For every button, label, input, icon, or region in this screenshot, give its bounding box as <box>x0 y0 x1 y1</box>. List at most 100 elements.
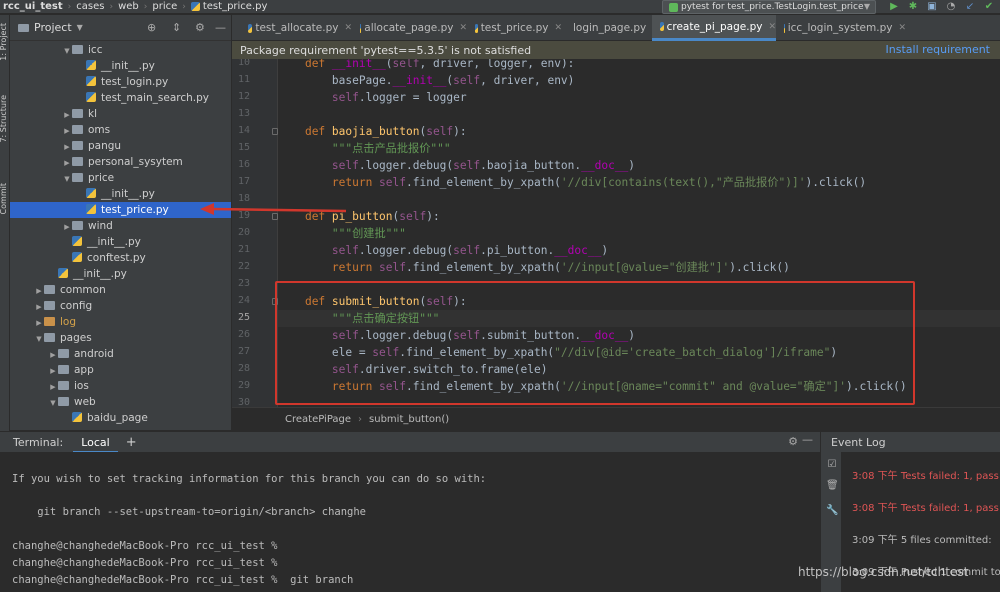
editor-tab[interactable]: create_pi_page.py ✕ <box>652 15 776 41</box>
editor-tab[interactable]: icc_login_system.py ✕ <box>776 15 906 41</box>
tree-item[interactable]: conftest.py <box>10 250 231 266</box>
run-icon[interactable]: ▶ <box>888 1 900 13</box>
tree-item[interactable]: __init__.py <box>10 266 231 282</box>
code-line[interactable] <box>278 276 1000 293</box>
editor-tab[interactable]: test_allocate.py ✕ <box>240 15 352 41</box>
code-line[interactable]: basePage.__init__(self, driver, env) <box>278 72 1000 89</box>
close-icon[interactable]: ✕ <box>898 23 906 33</box>
tree-item[interactable]: __init__.py <box>10 234 231 250</box>
terminal-output[interactable]: If you wish to set tracking information … <box>0 452 820 592</box>
terminal-tab-local[interactable]: Local <box>73 432 118 453</box>
code-line[interactable] <box>278 106 1000 123</box>
code-line[interactable]: ele = self.find_element_by_xpath("//div[… <box>278 344 1000 361</box>
chevron-right-icon[interactable]: ▶ <box>48 347 58 363</box>
new-terminal-icon[interactable]: + <box>126 435 137 450</box>
minimize-icon[interactable]: — <box>215 21 226 34</box>
trash-icon[interactable]: 🗑 <box>826 480 839 492</box>
code-line[interactable]: self.logger.debug(self.baojia_button.__d… <box>278 157 1000 174</box>
expand-collapse-icon[interactable]: ⇕ <box>172 21 181 34</box>
chevron-right-icon[interactable]: ▶ <box>34 315 44 331</box>
breadcrumb-web[interactable]: web <box>118 1 139 12</box>
event-log-entry[interactable]: 3:09 下午 5 files committed: <box>852 531 992 546</box>
chevron-down-icon[interactable]: ▼ <box>77 23 83 32</box>
chevron-down-icon[interactable]: ▼ <box>62 43 72 59</box>
tree-item[interactable]: ▶ ios <box>10 378 231 395</box>
code-line[interactable]: self.driver.switch_to.frame(ele) <box>278 361 1000 378</box>
chevron-right-icon[interactable]: ▶ <box>34 283 44 299</box>
breadcrumb-file[interactable]: test_price.py <box>203 1 268 12</box>
breadcrumb-price[interactable]: price <box>152 1 177 12</box>
chevron-right-icon[interactable]: ▶ <box>62 107 72 123</box>
tree-item[interactable]: __init__.py <box>10 58 231 74</box>
chevron-down-icon[interactable]: ▼ <box>48 395 58 411</box>
vcs-commit-icon[interactable]: ✔ <box>983 1 995 13</box>
locate-file-icon[interactable]: ⊕ <box>147 21 156 34</box>
tree-item[interactable]: ▼ web <box>10 394 231 411</box>
run-configuration-select[interactable]: pytest for test_price.TestLogin.test_pri… <box>662 0 876 14</box>
mark-read-icon[interactable]: ☑ <box>826 459 838 471</box>
chevron-right-icon[interactable]: ▶ <box>62 219 72 235</box>
tree-item[interactable]: ▶ android <box>10 346 231 363</box>
chevron-down-icon[interactable]: ▼ <box>34 331 44 347</box>
tree-item[interactable]: test_main_search.py <box>10 90 231 106</box>
code-line[interactable]: return self.find_element_by_xpath('//inp… <box>278 259 1000 276</box>
minimize-icon[interactable]: — <box>802 433 813 446</box>
class-crumb[interactable]: CreatePiPage <box>285 414 351 425</box>
tree-item[interactable]: ▶ config <box>10 298 231 315</box>
breadcrumb-cases[interactable]: cases <box>76 1 104 12</box>
tree-item[interactable]: ▼ icc <box>10 42 231 59</box>
chevron-right-icon[interactable]: ▶ <box>62 139 72 155</box>
close-icon[interactable]: ✕ <box>554 23 562 33</box>
chevron-right-icon[interactable]: ▶ <box>34 299 44 315</box>
code-line[interactable]: self.logger = logger <box>278 89 1000 106</box>
event-log-entry[interactable]: 3:08 下午 Tests failed: 1, pass <box>852 499 999 514</box>
editor-tab[interactable]: login_page.py✕ <box>562 15 660 41</box>
tree-item[interactable]: ▶ personal_sysytem <box>10 154 231 171</box>
close-icon[interactable]: ✕ <box>344 23 352 33</box>
tree-item[interactable]: ▶ oms <box>10 122 231 139</box>
code-line[interactable]: def baojia_button(self): <box>278 123 1000 140</box>
tree-item[interactable]: ▼ pages <box>10 330 231 347</box>
code-line[interactable]: def pi_button(self): <box>278 208 1000 225</box>
chevron-down-icon[interactable]: ▼ <box>62 171 72 187</box>
profile-icon[interactable]: ◔ <box>945 1 957 13</box>
code-line[interactable]: """创建批""" <box>278 225 1000 242</box>
wrench-icon[interactable]: 🔧 <box>826 505 838 517</box>
editor-tab[interactable]: allocate_page.py ✕ <box>352 15 467 41</box>
code-line[interactable]: self.logger.debug(self.submit_button.__d… <box>278 327 1000 344</box>
event-log-entry[interactable]: 3:08 下午 Tests failed: 1, pass <box>852 467 999 482</box>
code-line[interactable]: self.logger.debug(self.pi_button.__doc__… <box>278 242 1000 259</box>
debug-icon[interactable]: ✱ <box>907 1 919 13</box>
tree-item[interactable]: ▶ kl <box>10 106 231 123</box>
chevron-right-icon[interactable]: ▶ <box>62 123 72 139</box>
tree-item[interactable]: ▶ pangu <box>10 138 231 155</box>
chevron-right-icon[interactable]: ▶ <box>48 379 58 395</box>
editor-tab[interactable]: test_price.py ✕ <box>467 15 562 41</box>
code-editor[interactable]: 10 11 12 13 14 15 16 17 18 19 20 21 22 23 24 25 26 27 28 29… <box>232 59 1000 407</box>
vcs-update-icon[interactable]: ↙ <box>964 1 976 13</box>
project-panel-title[interactable]: Project <box>34 21 72 34</box>
code-line[interactable]: return self.find_element_by_xpath('//div… <box>278 174 1000 191</box>
code-line[interactable]: """点击确定按钮""" <box>278 310 1000 327</box>
close-icon[interactable]: ✕ <box>459 23 467 33</box>
tree-item[interactable]: ▶ app <box>10 362 231 379</box>
tree-item[interactable]: test_login.py <box>10 74 231 90</box>
install-requirement-link[interactable]: Install requirement <box>886 43 990 56</box>
method-crumb[interactable]: submit_button() <box>369 414 449 425</box>
breadcrumb-project[interactable]: rcc_ui_test <box>3 1 63 12</box>
code-line[interactable] <box>278 395 1000 407</box>
code-line[interactable]: def submit_button(self): <box>278 293 1000 310</box>
gear-icon[interactable]: ⚙ <box>195 21 205 34</box>
close-icon[interactable]: ✕ <box>768 22 776 32</box>
tree-item[interactable]: ▶ common <box>10 282 231 299</box>
code-line[interactable]: """点击产品批报价""" <box>278 140 1000 157</box>
code-line[interactable]: def __init__(self, driver, logger, env): <box>278 59 1000 72</box>
code-line[interactable]: return self.find_element_by_xpath('//inp… <box>278 378 1000 395</box>
gear-icon[interactable]: ⚙ <box>788 435 798 448</box>
tree-item[interactable]: ▼ price <box>10 170 231 187</box>
coverage-icon[interactable]: ▣ <box>926 1 938 13</box>
chevron-right-icon[interactable]: ▶ <box>48 363 58 379</box>
chevron-right-icon[interactable]: ▶ <box>62 155 72 171</box>
tree-item[interactable]: ▶ log <box>10 314 231 331</box>
code-line[interactable] <box>278 191 1000 208</box>
